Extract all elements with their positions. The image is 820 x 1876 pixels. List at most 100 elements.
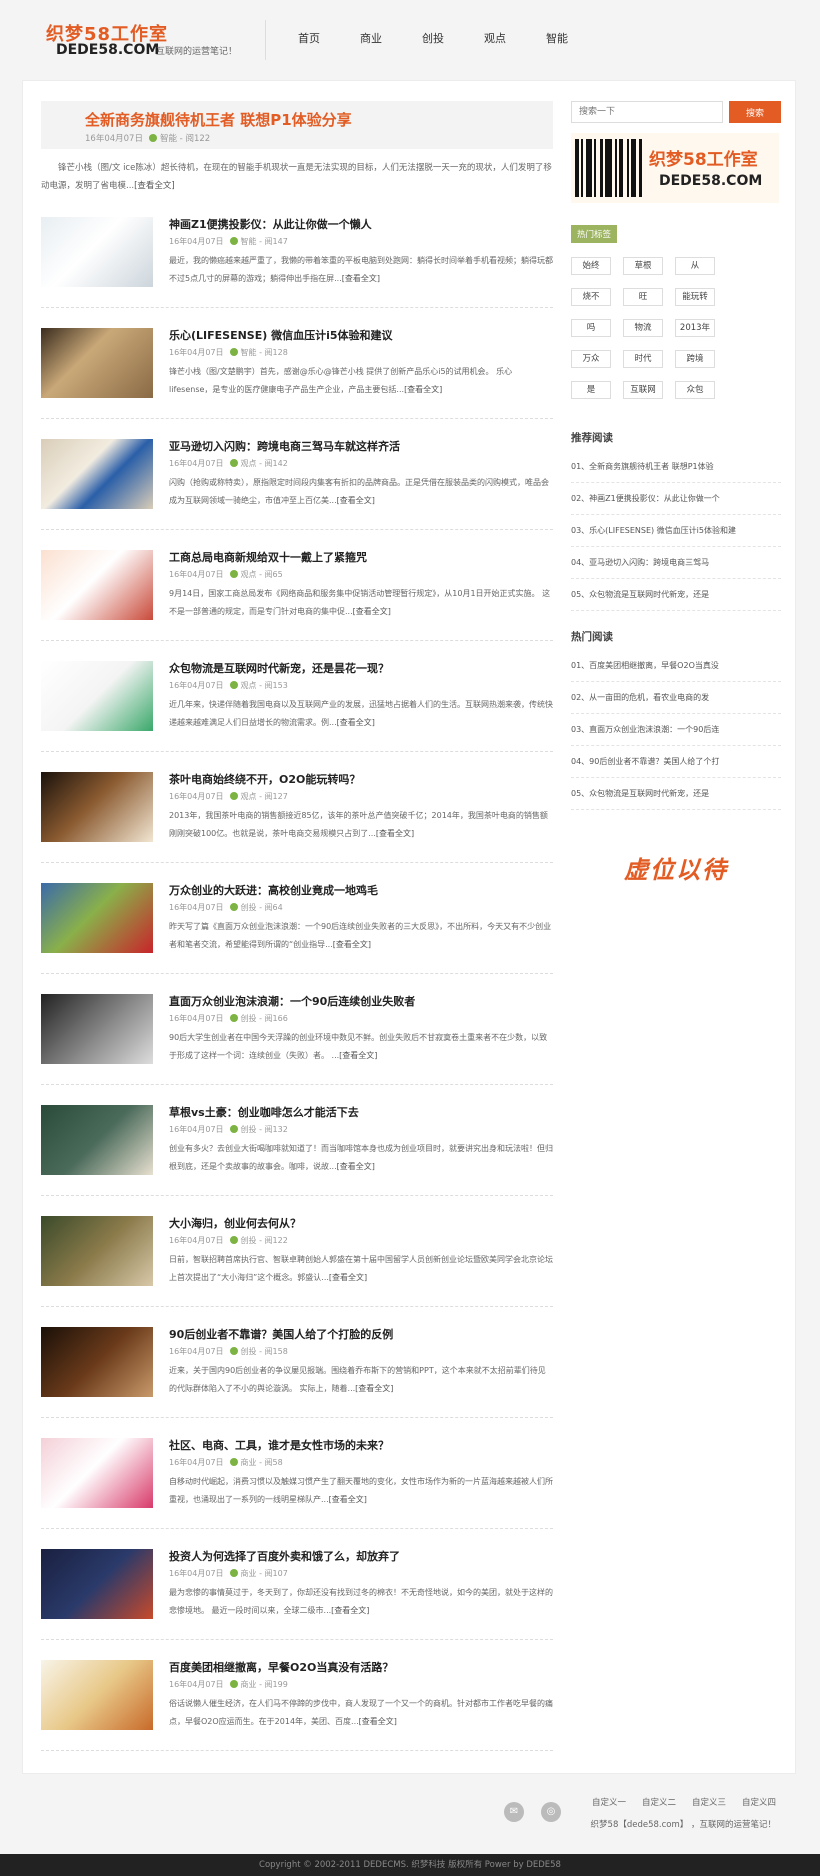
- article-thumbnail[interactable]: [41, 1660, 153, 1730]
- recommended-list-item[interactable]: 02、神画Z1便携投影仪：从此让你做一个: [571, 483, 781, 515]
- article-title[interactable]: 茶叶电商始终绕不开，O2O能玩转吗？: [169, 771, 360, 787]
- article-thumbnail[interactable]: [41, 1549, 153, 1619]
- tag-item[interactable]: 是: [571, 381, 611, 399]
- article-thumbnail[interactable]: [41, 661, 153, 731]
- article-thumbnail[interactable]: [41, 772, 153, 842]
- hot-list-item[interactable]: 04、90后创业者不靠谱？美国人给了个打: [571, 746, 781, 778]
- hot-list-item[interactable]: 02、从一亩田的危机，看农业电商的发: [571, 682, 781, 714]
- article-title[interactable]: 直面万众创业泡沫浪潮：一个90后连续创业失败者: [169, 993, 415, 1009]
- recommended-list-item[interactable]: 03、乐心(LIFESENSE) 微信血压计i5体验和建: [571, 515, 781, 547]
- article-category[interactable]: 观点: [241, 681, 257, 690]
- tag-item[interactable]: 草根: [623, 257, 663, 275]
- article-title[interactable]: 亚马逊切入闪购：跨境电商三驾马车就这样齐活: [169, 438, 400, 454]
- read-more-link[interactable]: [查看全文]: [376, 829, 414, 838]
- article-category[interactable]: 智能: [241, 237, 257, 246]
- read-more-link[interactable]: [查看全文]: [333, 940, 371, 949]
- article-thumbnail[interactable]: [41, 883, 153, 953]
- article-thumbnail[interactable]: [41, 550, 153, 620]
- tag-item[interactable]: 能玩转: [675, 288, 715, 306]
- read-more-link[interactable]: [查看全文]: [404, 385, 442, 394]
- read-more-link[interactable]: [查看全文]: [134, 181, 175, 191]
- footer-link[interactable]: 自定义三: [692, 1796, 726, 1808]
- read-more-link[interactable]: [查看全文]: [337, 718, 375, 727]
- tag-item[interactable]: 始终: [571, 257, 611, 275]
- tag-item[interactable]: 物流: [623, 319, 663, 337]
- article-category[interactable]: 创投: [241, 1125, 257, 1134]
- article-category[interactable]: 智能: [241, 348, 257, 357]
- tag-item[interactable]: 时代: [623, 350, 663, 368]
- article-title[interactable]: 众包物流是互联网时代新宠，还是昙花一现？: [169, 660, 389, 676]
- featured-category[interactable]: 智能: [160, 134, 177, 144]
- article-category[interactable]: 创投: [241, 903, 257, 912]
- article-category[interactable]: 商业: [241, 1458, 257, 1467]
- article-thumbnail[interactable]: [41, 217, 153, 287]
- hot-list-item[interactable]: 01、百度美团相继撤离，早餐O2O当真没: [571, 650, 781, 682]
- tag-item[interactable]: 烧不: [571, 288, 611, 306]
- article-thumbnail[interactable]: [41, 1216, 153, 1286]
- tag-item[interactable]: 互联网: [623, 381, 663, 399]
- article-thumbnail[interactable]: [41, 1327, 153, 1397]
- article-thumbnail[interactable]: [41, 328, 153, 398]
- nav-item-venture[interactable]: 创投: [402, 30, 464, 46]
- ad-placeholder[interactable]: 虚位以待: [571, 850, 781, 885]
- nav-item-smart[interactable]: 智能: [526, 30, 588, 46]
- article-title[interactable]: 乐心(LIFESENSE) 微信血压计i5体验和建议: [169, 327, 393, 343]
- read-more-link[interactable]: [查看全文]: [331, 1606, 369, 1615]
- promo-banner[interactable]: 织梦58工作室 DEDE58.COM: [571, 133, 779, 203]
- article-category[interactable]: 观点: [241, 792, 257, 801]
- hot-list-item[interactable]: 03、直面万众创业泡沫浪潮：一个90后连: [571, 714, 781, 746]
- tag-item[interactable]: 从: [675, 257, 715, 275]
- article-category[interactable]: 创投: [241, 1236, 257, 1245]
- article-title[interactable]: 百度美团相继撤离，早餐O2O当真没有活路？: [169, 1659, 393, 1675]
- article-title[interactable]: 草根vs土豪：创业咖啡怎么才能活下去: [169, 1104, 359, 1120]
- article-category[interactable]: 商业: [241, 1680, 257, 1689]
- tag-item[interactable]: 旺: [623, 288, 663, 306]
- tag-item[interactable]: 跨境: [675, 350, 715, 368]
- article-category[interactable]: 创投: [241, 1347, 257, 1356]
- read-more-link[interactable]: [查看全文]: [329, 1273, 367, 1282]
- nav-item-home[interactable]: 首页: [278, 30, 340, 46]
- hot-list-item[interactable]: 05、众包物流是互联网时代新宠，还是: [571, 778, 781, 810]
- footer-link[interactable]: 自定义二: [642, 1796, 676, 1808]
- featured-title[interactable]: 全新商务旗舰待机王者 联想P1体验分享: [85, 109, 352, 130]
- tag-item[interactable]: 万众: [571, 350, 611, 368]
- footer-link[interactable]: 自定义四: [742, 1796, 776, 1808]
- search-input[interactable]: [571, 101, 723, 123]
- article-thumbnail[interactable]: [41, 1105, 153, 1175]
- article-category[interactable]: 观点: [241, 459, 257, 468]
- wechat-icon[interactable]: ✉: [504, 1802, 524, 1822]
- read-more-link[interactable]: [查看全文]: [339, 1051, 377, 1060]
- read-more-link[interactable]: [查看全文]: [353, 607, 391, 616]
- nav-item-business[interactable]: 商业: [340, 30, 402, 46]
- article-category[interactable]: 观点: [241, 570, 257, 579]
- article-title[interactable]: 社区、电商、工具，谁才是女性市场的未来？: [169, 1437, 389, 1453]
- recommended-list-item[interactable]: 01、全新商务旗舰待机王者 联想P1体验: [571, 451, 781, 483]
- article-category[interactable]: 商业: [241, 1569, 257, 1578]
- article-title[interactable]: 90后创业者不靠谱？美国人给了个打脸的反例: [169, 1326, 393, 1342]
- tag-item[interactable]: 2013年: [675, 319, 715, 337]
- footer-link[interactable]: 自定义一: [592, 1796, 626, 1808]
- article-title[interactable]: 神画Z1便携投影仪：从此让你做一个懒人: [169, 216, 372, 232]
- weibo-icon[interactable]: ◎: [541, 1802, 561, 1822]
- article-title[interactable]: 大小海归，创业何去何从？: [169, 1215, 301, 1231]
- article-category[interactable]: 创投: [241, 1014, 257, 1023]
- article-thumbnail[interactable]: [41, 1438, 153, 1508]
- read-more-link[interactable]: [查看全文]: [342, 274, 380, 283]
- nav-item-opinion[interactable]: 观点: [464, 30, 526, 46]
- recommended-list-item[interactable]: 05、众包物流是互联网时代新宠，还是: [571, 579, 781, 611]
- article-thumbnail[interactable]: [41, 439, 153, 509]
- article-title[interactable]: 投资人为何选择了百度外卖和饿了么，却放弃了: [169, 1548, 400, 1564]
- read-more-link[interactable]: [查看全文]: [337, 1162, 375, 1171]
- tag-item[interactable]: 众包: [675, 381, 715, 399]
- read-more-link[interactable]: [查看全文]: [337, 496, 375, 505]
- read-more-link[interactable]: [查看全文]: [329, 1495, 367, 1504]
- search-button[interactable]: 搜索: [729, 101, 781, 123]
- read-more-link[interactable]: [查看全文]: [355, 1384, 393, 1393]
- read-more-link[interactable]: [查看全文]: [359, 1717, 397, 1726]
- article-thumbnail[interactable]: [41, 994, 153, 1064]
- article-title[interactable]: 工商总局电商新规给双十一戴上了紧箍咒: [169, 549, 367, 565]
- featured-article[interactable]: 全新商务旗舰待机王者 联想P1体验分享 16年04月07日 智能 - 阅122: [41, 101, 553, 149]
- tag-item[interactable]: 吗: [571, 319, 611, 337]
- recommended-list-item[interactable]: 04、亚马逊切入闪购：跨境电商三驾马: [571, 547, 781, 579]
- article-title[interactable]: 万众创业的大跃进：高校创业竟成一地鸡毛: [169, 882, 378, 898]
